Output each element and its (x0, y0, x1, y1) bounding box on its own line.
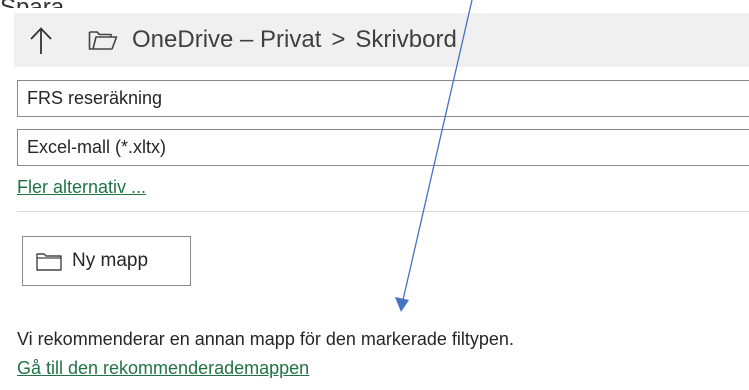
annotation-arrow (395, 0, 473, 312)
annotation-arrowhead (395, 297, 409, 312)
